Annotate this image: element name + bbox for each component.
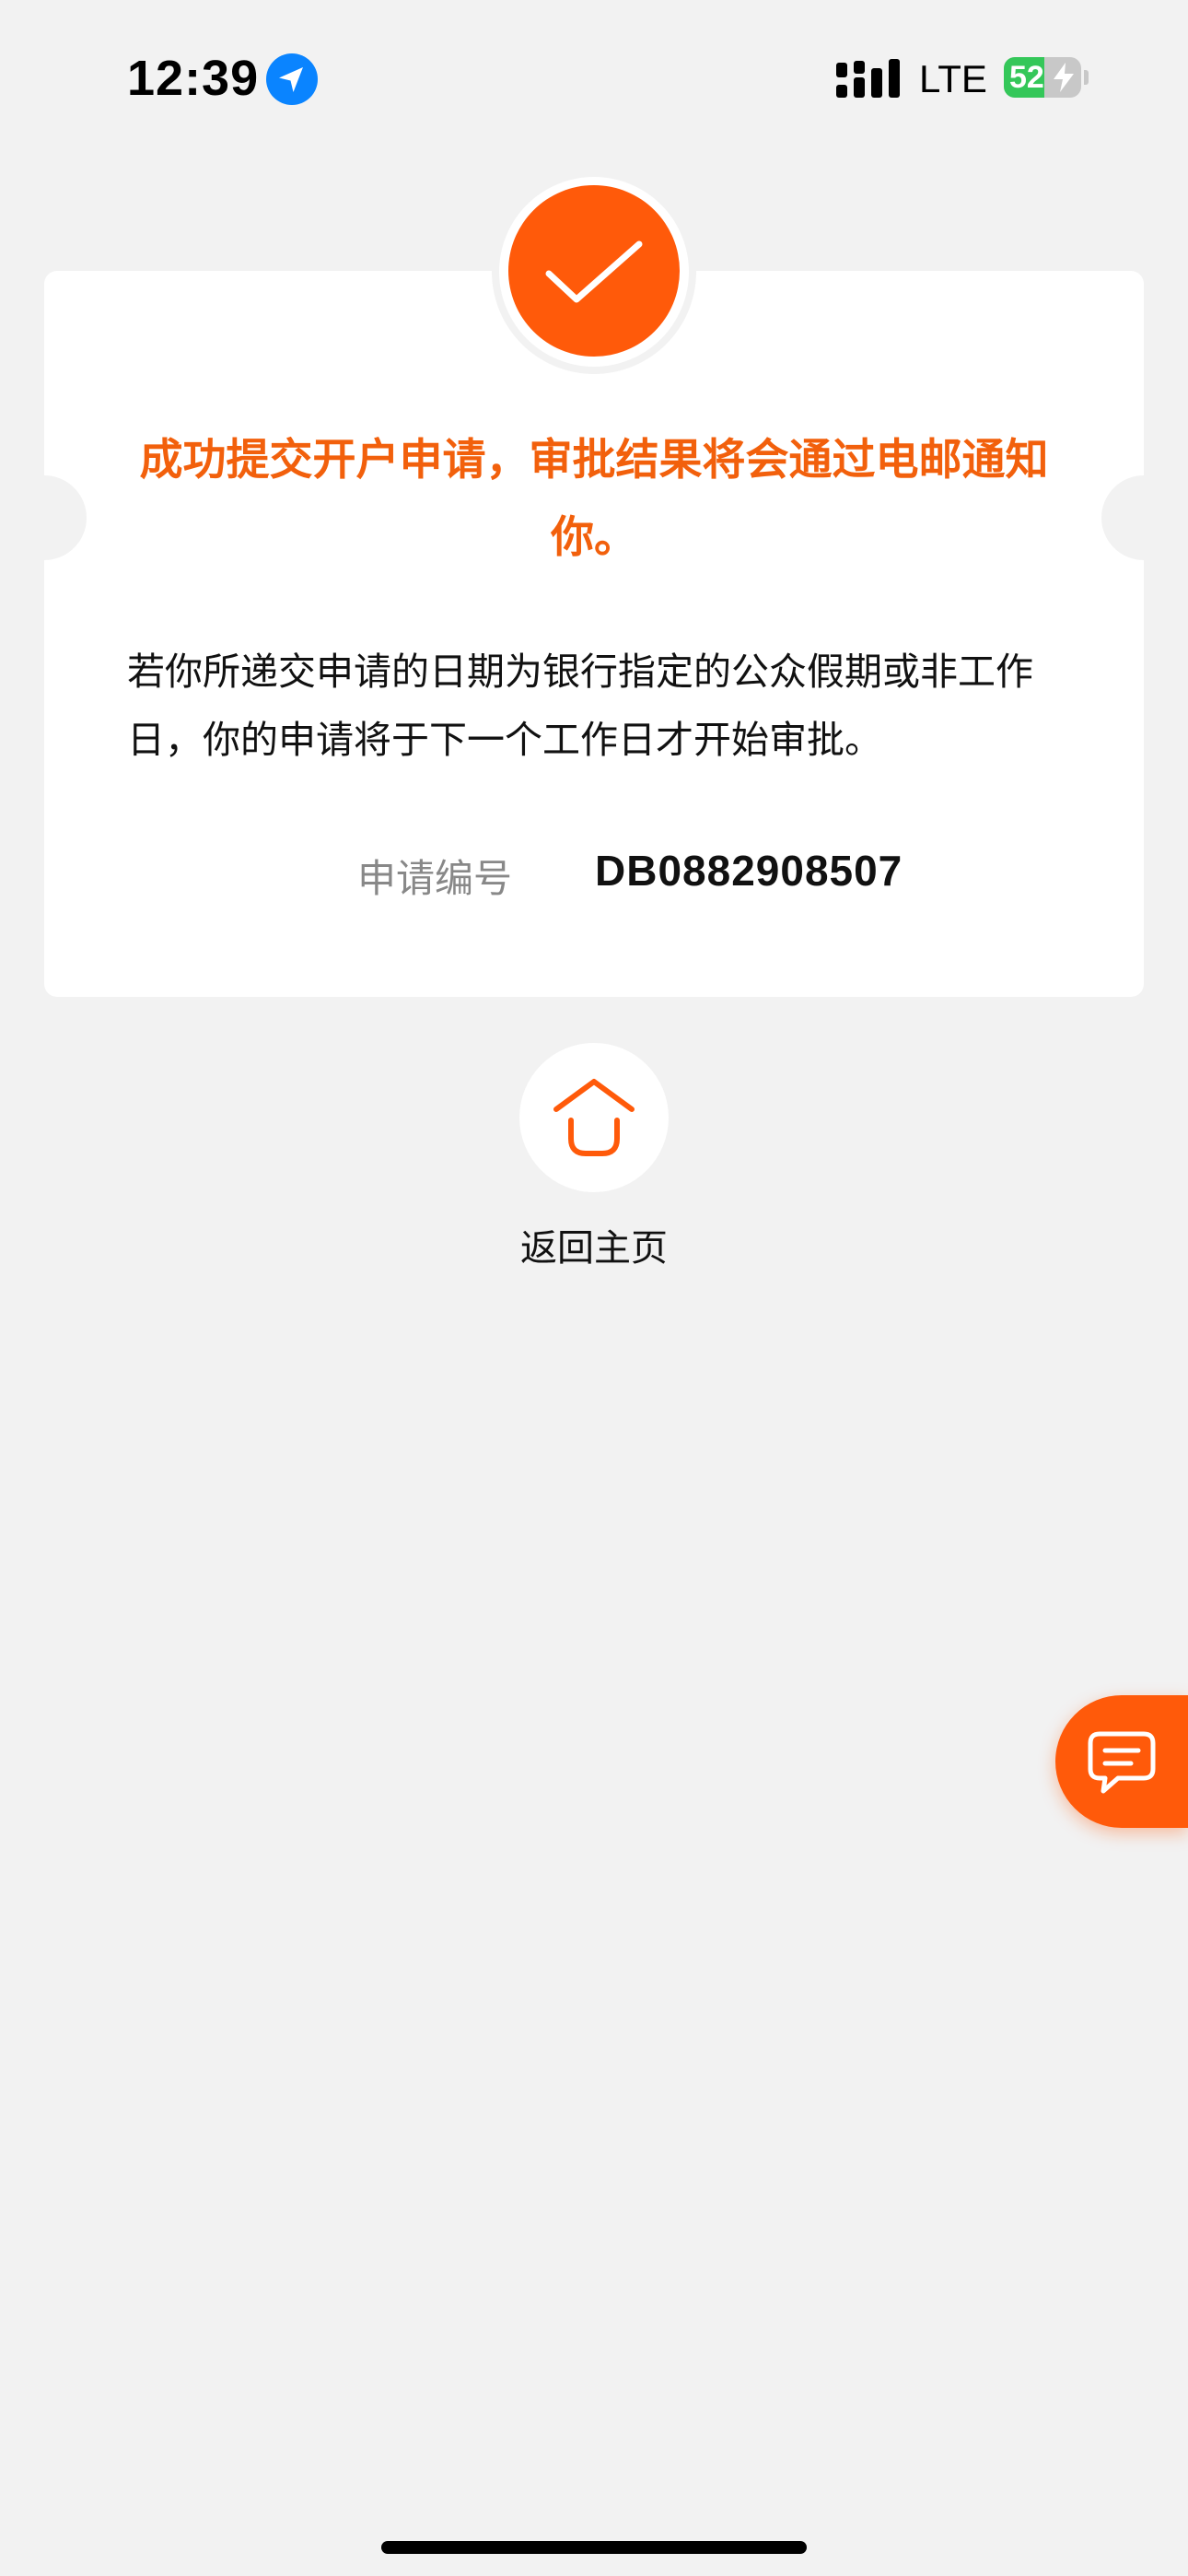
battery-indicator: 52 bbox=[1004, 57, 1089, 98]
battery-body: 52 bbox=[1004, 57, 1081, 98]
reference-number: DB0882908507 bbox=[595, 847, 903, 895]
home-icon bbox=[553, 1079, 635, 1156]
approval-note: 若你所递交申请的日期为银行指定的公众假期或非工作日，你的申请将于下一个工作日才开… bbox=[127, 650, 1033, 762]
chat-support-button[interactable] bbox=[1055, 1695, 1188, 1828]
bolt-icon bbox=[1052, 63, 1076, 92]
status-time: 12:39 bbox=[127, 51, 260, 106]
home-indicator[interactable] bbox=[381, 2541, 807, 2554]
location-arrow-icon bbox=[266, 53, 318, 105]
card-notch-left bbox=[2, 475, 87, 560]
cellular-signal-icon bbox=[836, 57, 901, 100]
checkmark-icon bbox=[545, 240, 643, 303]
back-home-label[interactable]: 返回主页 bbox=[460, 1218, 728, 1271]
battery-level: 52 bbox=[1009, 60, 1044, 95]
card-notch-right bbox=[1101, 475, 1186, 560]
status-bar: 12:39 LTE 52 bbox=[0, 0, 1188, 157]
network-type: LTE bbox=[919, 57, 987, 100]
success-badge bbox=[508, 185, 680, 357]
battery-cap bbox=[1084, 70, 1089, 85]
success-title: 成功提交开户申请，审批结果将会通过电邮通知你。 bbox=[139, 435, 1049, 563]
reference-label: 申请编号 bbox=[357, 856, 513, 901]
result-card bbox=[44, 271, 1144, 997]
back-home-button[interactable] bbox=[519, 1043, 669, 1192]
chat-bubble-icon bbox=[1088, 1731, 1156, 1794]
